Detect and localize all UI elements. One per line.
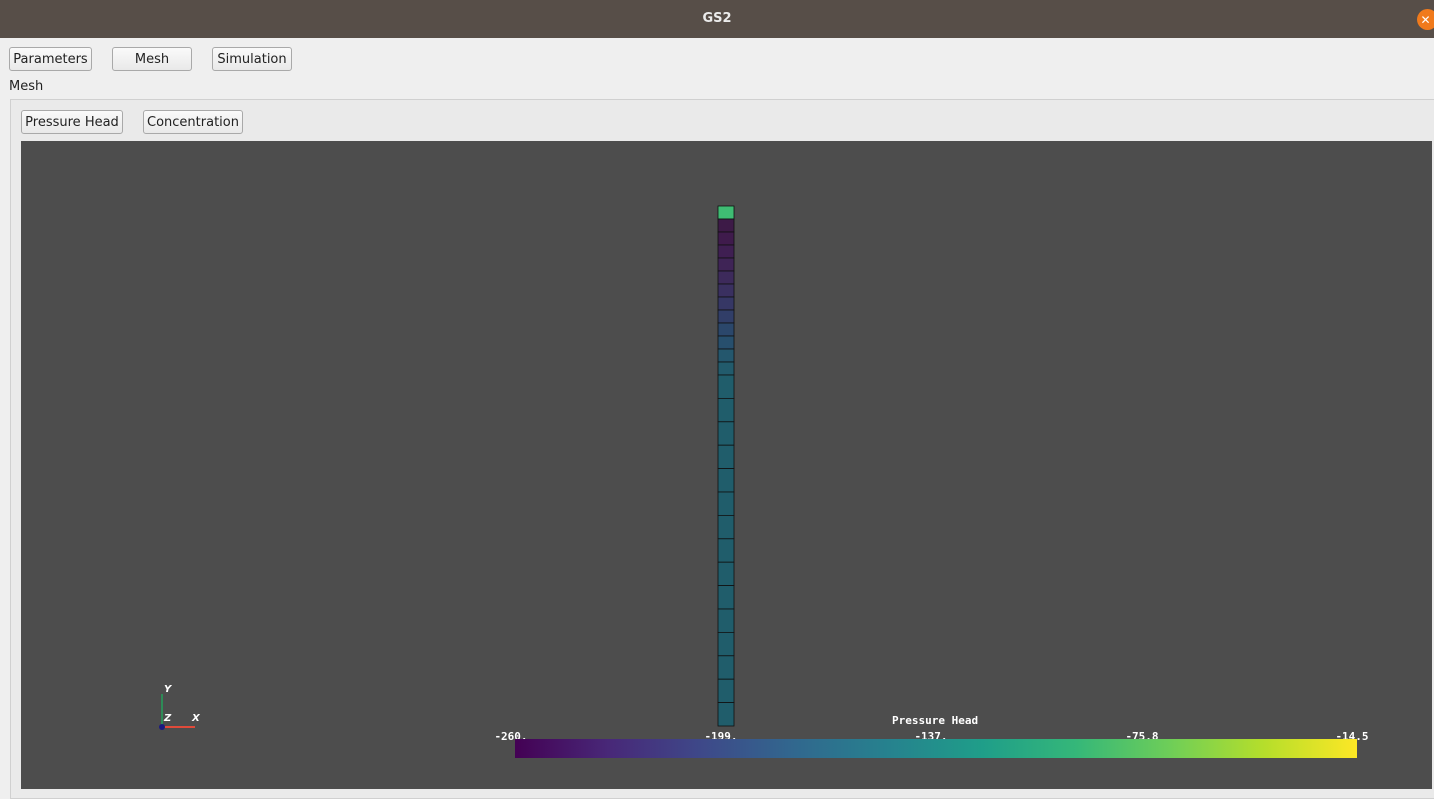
mesh-cell: [717, 257, 735, 272]
concentration-button[interactable]: Concentration: [143, 110, 243, 134]
orientation-axes: [159, 694, 195, 730]
section-label: Mesh: [9, 79, 44, 94]
mesh-cell: [717, 322, 735, 337]
y-axis-label: Y: [164, 684, 172, 695]
x-axis-label: X: [192, 713, 200, 724]
mesh-cell: [717, 631, 735, 657]
parameters-button[interactable]: Parameters: [9, 47, 92, 71]
mesh-cell: [717, 270, 735, 285]
mesh-cell: [717, 468, 735, 493]
mesh-cell: [717, 514, 735, 540]
mesh-cell: [717, 397, 735, 423]
mesh-cell: [717, 374, 735, 399]
mesh-cell: [717, 585, 735, 610]
colorbar-title: Pressure Head: [892, 714, 979, 727]
mesh-cell: [717, 218, 735, 233]
close-icon[interactable]: ✕: [1417, 9, 1434, 30]
mesh-cell: [717, 678, 735, 704]
z-axis-label: Z: [164, 713, 172, 724]
mesh-cell: [717, 655, 735, 680]
window-title: GS2: [702, 11, 732, 26]
mesh-cell: [717, 491, 735, 516]
mesh-cell: [717, 348, 735, 363]
mesh-cell: [717, 296, 735, 311]
mesh-cell: [717, 702, 735, 727]
pressure-head-button[interactable]: Pressure Head: [21, 110, 123, 134]
mesh-column: [717, 205, 735, 727]
colorbar-gradient: [515, 739, 1357, 758]
mesh-cell: [717, 283, 735, 298]
mesh-cell: [717, 421, 735, 446]
simulation-button[interactable]: Simulation: [212, 47, 292, 71]
mesh-cell: [717, 538, 735, 563]
mesh-cell: [717, 309, 735, 324]
mesh-cell: [717, 335, 735, 350]
mesh-cell: [717, 244, 735, 259]
mesh-cell: [717, 608, 735, 633]
z-axis-dot: [159, 724, 165, 730]
mesh-button[interactable]: Mesh: [112, 47, 192, 71]
render-viewport[interactable]: Y Z X Pressure Head -260. -199. -137. -7…: [21, 141, 1432, 789]
mesh-cell: [717, 205, 735, 220]
mesh-cell: [717, 231, 735, 246]
mesh-cell: [717, 361, 735, 376]
window-titlebar: GS2 ✕: [0, 0, 1434, 38]
mesh-cell: [717, 444, 735, 470]
mesh-cell: [717, 561, 735, 587]
